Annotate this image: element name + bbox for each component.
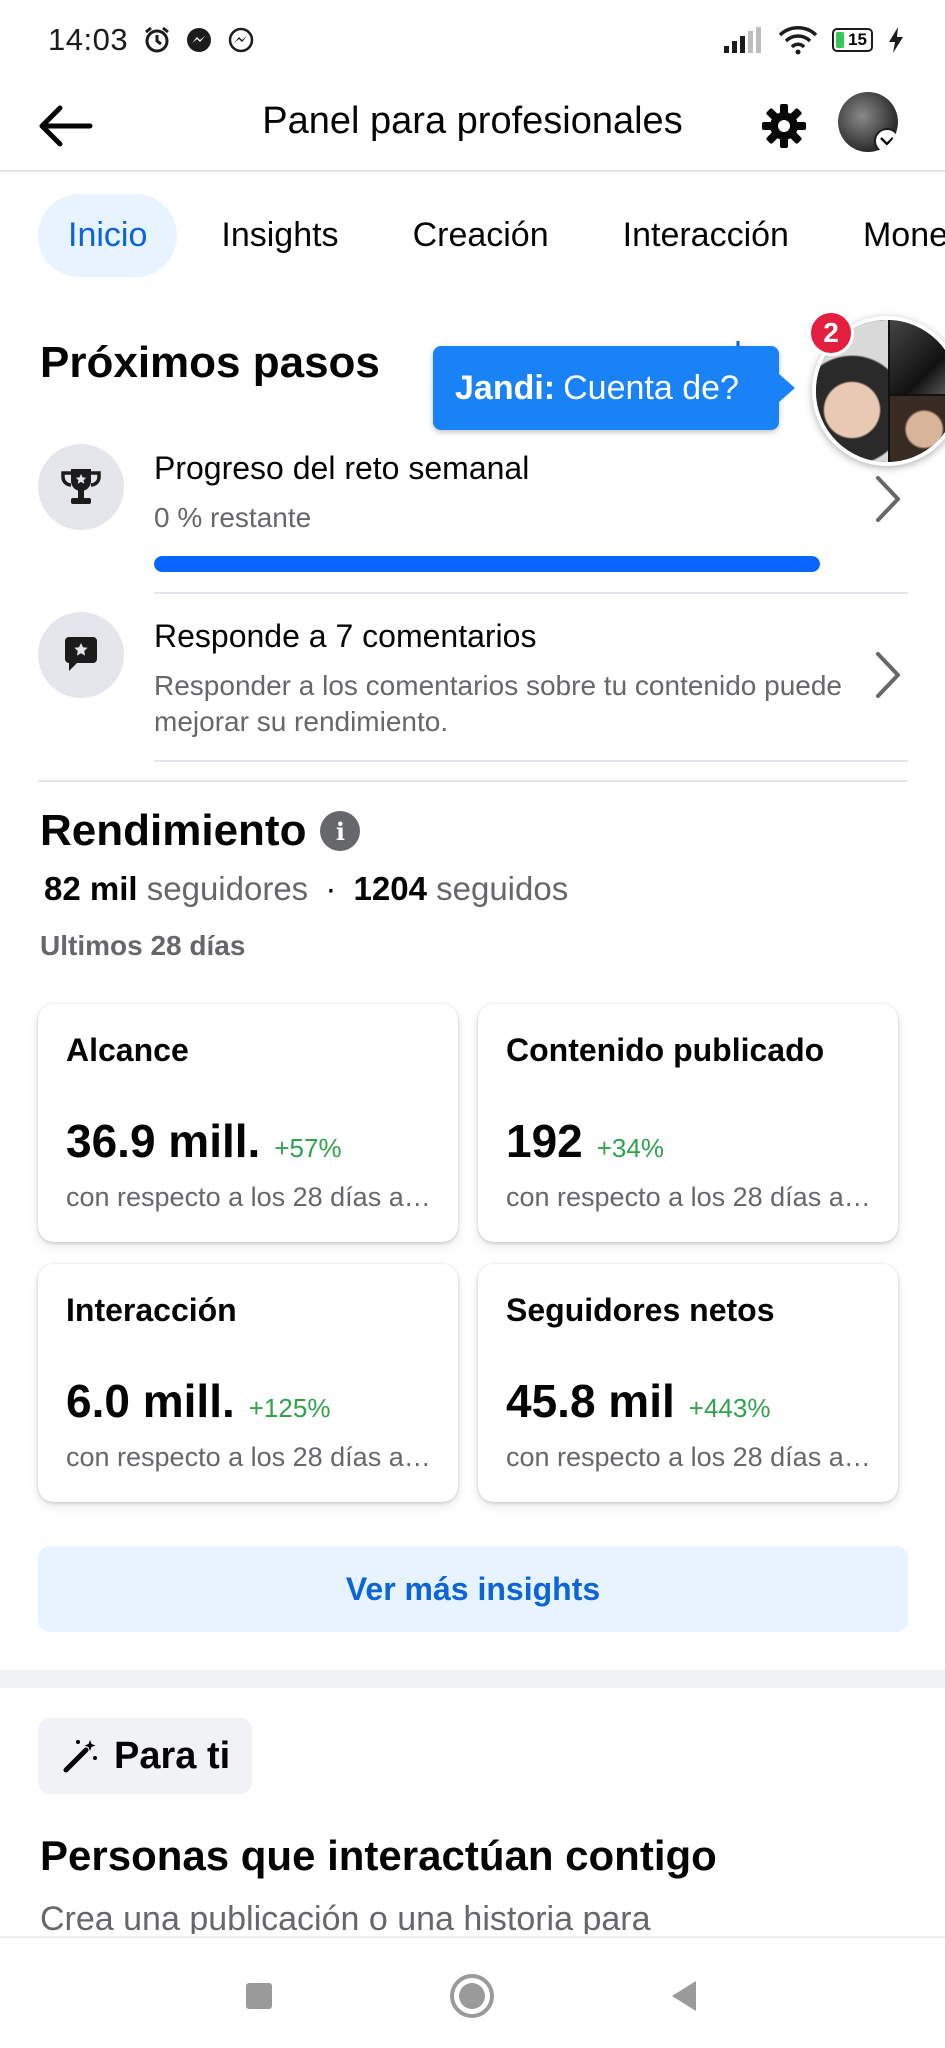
trophy-icon [38, 444, 124, 530]
following-count: 1204 [353, 870, 427, 907]
task-weekly-challenge[interactable]: Progreso del reto semanal 0 % restante [38, 444, 908, 574]
task-subtitle: 0 % restante [154, 502, 312, 533]
status-notification-icons [142, 25, 256, 55]
tab-creacion[interactable]: Creación [383, 194, 579, 277]
section-separator [0, 1670, 945, 1688]
followers-summary: 82 mil seguidores · 1204 seguidos [44, 870, 568, 908]
metric-value: 45.8 mil [506, 1375, 675, 1427]
metric-card-content-published[interactable]: Contenido publicado 192 +34% con respect… [478, 1004, 898, 1242]
divider [154, 592, 908, 594]
metric-value-row: 192 +34% [506, 1114, 664, 1168]
task-subtitle: Responder a los comentarios sobre tu con… [154, 670, 842, 737]
status-time: 14:03 [48, 22, 129, 57]
magic-wand-icon [63, 1740, 97, 1773]
metric-value-row: 45.8 mil +443% [506, 1374, 770, 1428]
divider [154, 760, 908, 762]
task-title: Responde a 7 comentarios [154, 618, 537, 654]
alarm-icon [145, 26, 170, 53]
tab-insights[interactable]: Insights [191, 194, 368, 277]
metric-label: Interacción [66, 1292, 237, 1328]
profile-avatar-button[interactable] [838, 92, 898, 152]
chevron-right-icon [876, 476, 900, 522]
recents-button[interactable] [229, 1966, 289, 2026]
settings-button[interactable] [752, 94, 816, 158]
metric-comparison: con respecto a los 28 días anteriores [506, 1442, 876, 1472]
chat-head-message-preview[interactable]: Jandi: Cuenta de? [433, 346, 795, 430]
comment-star-icon [38, 612, 124, 698]
tab-monetizacion[interactable]: Moneti [833, 194, 945, 277]
metric-comparison: con respecto a los 28 días anteriores [506, 1182, 876, 1212]
status-bar: 14:03 15 [0, 0, 945, 80]
home-button[interactable] [442, 1966, 502, 2026]
chevron-right-icon [876, 652, 900, 698]
metric-change: +443% [688, 1393, 771, 1423]
metric-change: +34% [596, 1133, 664, 1163]
see-more-insights-button[interactable]: Ver más insights [38, 1546, 908, 1632]
metric-comparison: con respecto a los 28 días anteriores [66, 1182, 436, 1212]
followers-count: 82 mil [44, 870, 138, 907]
next-steps-title: Próximos pasos [40, 338, 380, 387]
unread-badge: 2 [808, 310, 854, 356]
triangle-back-icon [672, 1981, 696, 2011]
app-header: Panel para profesionales [0, 80, 945, 172]
gear-icon [762, 104, 806, 148]
battery-icon: 15 [832, 28, 873, 52]
task-reply-comments[interactable]: Responde a 7 comentarios Responder a los… [38, 612, 908, 762]
performance-title: Rendimiento [40, 806, 307, 855]
chat-sender: Jandi: [455, 368, 556, 407]
metric-comparison: con respecto a los 28 días anteriores [66, 1442, 436, 1472]
progress-fill [154, 556, 820, 572]
square-icon [246, 1983, 272, 2009]
system-navigation-bar [0, 1936, 945, 2048]
task-title: Progreso del reto semanal [154, 450, 530, 486]
performance-header: Rendimiento i [40, 806, 361, 856]
metric-card-net-followers[interactable]: Seguidores netos 45.8 mil +443% con resp… [478, 1264, 898, 1502]
metric-value: 6.0 mill. [66, 1375, 235, 1427]
wifi-icon [778, 26, 818, 55]
tab-bar: Inicio Insights Creación Interacción Mon… [0, 190, 945, 280]
charging-icon [889, 27, 903, 53]
metric-card-reach[interactable]: Alcance 36.9 mill. +57% con respecto a l… [38, 1004, 458, 1242]
metric-change: +125% [248, 1393, 331, 1423]
metric-change: +57% [274, 1133, 342, 1163]
challenge-progress-bar [154, 556, 820, 572]
info-icon[interactable]: i [320, 811, 361, 851]
signal-icon [724, 27, 762, 53]
for-you-chip: Para ti [38, 1718, 253, 1794]
metric-value: 192 [506, 1115, 583, 1167]
metric-value-row: 6.0 mill. +125% [66, 1374, 330, 1428]
messenger-icon [187, 28, 212, 52]
metric-label: Alcance [66, 1032, 189, 1068]
back-nav-button[interactable] [654, 1966, 714, 2026]
metric-value-row: 36.9 mill. +57% [66, 1114, 342, 1168]
people-interacting-subtitle: Crea una publicación o una historia para [40, 1900, 651, 1934]
section-divider [38, 780, 908, 782]
battery-level: 15 [848, 30, 867, 49]
tab-interaccion[interactable]: Interacción [593, 194, 819, 277]
messenger-icon [228, 27, 254, 53]
metric-card-engagement[interactable]: Interacción 6.0 mill. +125% con respecto… [38, 1264, 458, 1502]
separator-dot: · [325, 870, 337, 907]
status-system-icons: 15 [722, 25, 905, 55]
chat-message: Cuenta de? [563, 368, 739, 407]
for-you-label: Para ti [114, 1734, 231, 1777]
followers-label: seguidores [146, 870, 309, 907]
tab-inicio[interactable]: Inicio [38, 193, 178, 277]
chevron-down-icon [874, 128, 898, 152]
following-label: seguidos [436, 870, 569, 907]
metric-label: Contenido publicado [506, 1032, 825, 1068]
circle-icon [450, 1974, 494, 2018]
people-interacting-title: Personas que interactúan contigo [40, 1832, 717, 1879]
metric-label: Seguidores netos [506, 1292, 775, 1328]
period-label: Ultimos 28 días [40, 930, 246, 961]
metric-value: 36.9 mill. [66, 1115, 261, 1167]
